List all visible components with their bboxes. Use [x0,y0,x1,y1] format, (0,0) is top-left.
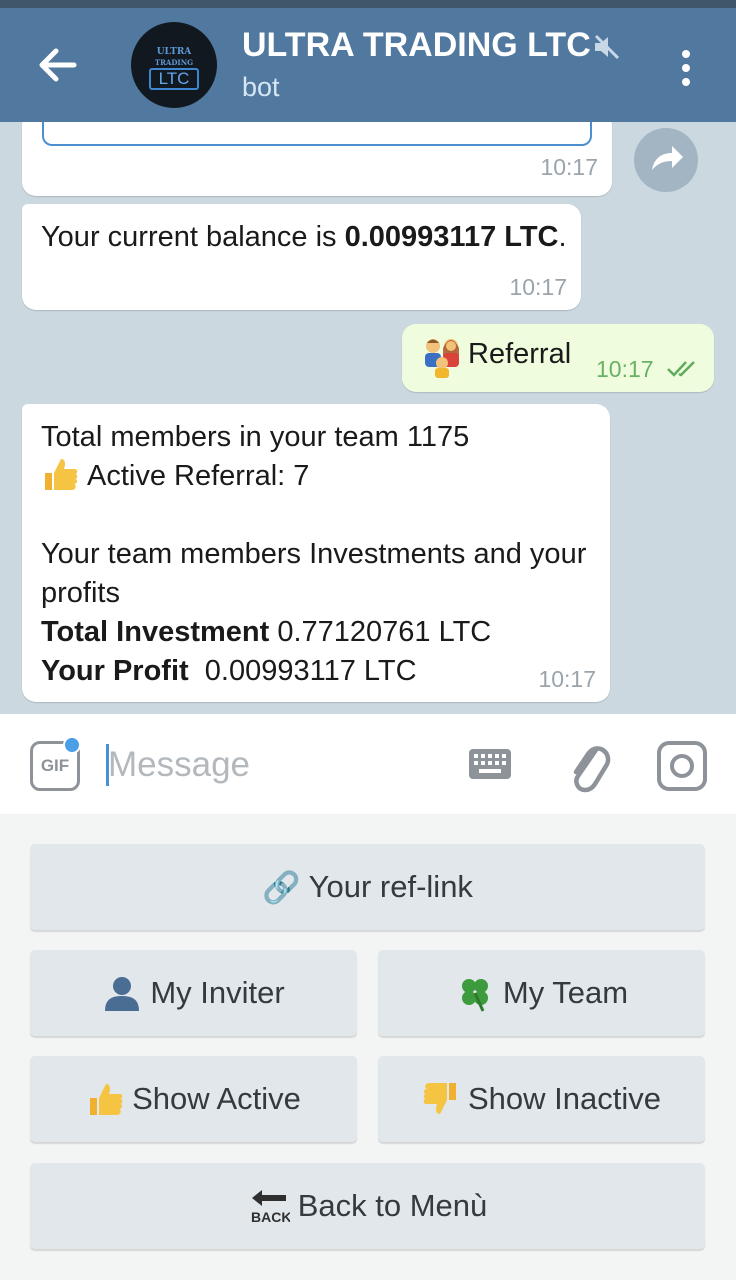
thumbs-up-icon [90,1084,123,1115]
bot-keyboard: 🔗 Your ref-link My Inviter My Team Show A… [0,814,736,1280]
camera-icon[interactable] [656,740,708,792]
my-inviter-button[interactable]: My Inviter [30,950,357,1036]
referral-text: Referral [468,338,572,370]
message-time: 10:17 [538,666,596,692]
back-arrow-icon[interactable] [30,42,84,88]
message-bubble: Your current balance is 0.00993117 LTC. … [22,204,581,310]
message-time: 10:17 [596,356,654,382]
total-investment-label: Total Investment [41,616,270,648]
share-arrow-icon [652,146,683,170]
avatar-logo-line2: TRADING [154,58,194,67]
message-bubble: Total members in your team 1175 Active R… [22,404,610,702]
message-bubble: 10:17 [22,122,612,196]
svg-text:BACK: BACK [251,1209,290,1225]
paperclip-icon[interactable] [566,736,612,800]
chat-subtitle: bot [242,72,280,102]
muted-speaker-icon [594,34,620,60]
back-arrow-emoji-icon: BACK [251,1190,290,1225]
balance-value: 0.00993117 LTC [344,221,559,253]
double-check-icon [667,361,695,377]
total-investment-value: 0.77120761 LTC [269,616,492,648]
message-input[interactable] [108,740,448,790]
back-to-menu-label: Back to Menù [297,1188,488,1223]
kebab-menu-icon[interactable] [668,48,704,98]
my-team-button[interactable]: My Team [378,950,705,1036]
bot-avatar[interactable]: ULTRA TRADING LTC [131,22,217,108]
profit-value: 0.00993117 LTC [188,655,417,687]
avatar-logo-line3: LTC [149,68,199,90]
chat-header: ULTRA TRADING LTC ULTRA TRADING LTC bot [0,8,736,122]
investments-caption: Your team members Investments and your p… [41,538,587,609]
share-button[interactable] [634,128,698,192]
thumbs-up-icon [45,459,78,490]
keyboard-icon[interactable] [468,748,512,780]
message-time: 10:17 [509,274,567,300]
total-investment-row: Total Investment 0.77120761 LTC [41,613,601,652]
family-emoji-icon [425,339,459,378]
notification-dot [63,736,81,754]
team-stats-message: Total members in your team 1175 Active R… [41,418,601,691]
link-icon: 🔗 [262,869,301,905]
status-bar [0,0,736,8]
show-active-label: Show Active [132,1081,301,1116]
my-inviter-label: My Inviter [150,975,285,1010]
outgoing-message-bubble: Referral 10:17 [402,324,714,392]
balance-prefix: Your current balance is [41,221,345,253]
ref-link-button[interactable]: 🔗 Your ref-link [30,844,705,930]
person-icon [105,977,140,1011]
show-inactive-button[interactable]: Show Inactive [378,1056,705,1142]
message-list[interactable]: 10:17 Your current balance is 0.00993117… [0,122,736,714]
message-composer: GIF [0,714,736,814]
avatar-logo-line1: ULTRA [156,47,192,57]
inline-frame [42,122,592,146]
clover-icon [461,979,488,1012]
my-team-label: My Team [502,975,629,1010]
show-inactive-label: Show Inactive [468,1081,661,1116]
thumbs-down-icon [423,1083,456,1114]
show-active-button[interactable]: Show Active [30,1056,357,1142]
back-to-menu-button[interactable]: BACK Back to Menù [30,1163,705,1249]
balance-suffix: . [558,221,567,253]
message-time: 10:17 [540,154,598,180]
balance-message: Your current balance is 0.00993117 LTC. [41,218,571,257]
chat-title[interactable]: ULTRA TRADING LTC [242,26,591,65]
ref-link-label: Your ref-link [308,869,473,904]
team-members-line: Total members in your team 1175 [41,421,470,453]
profit-row: Your Profit 0.00993117 LTC [41,652,601,691]
active-referral-line: Active Referral: 7 [87,460,310,492]
profit-label: Your Profit [41,655,189,687]
active-referral-row: Active Referral: 7 [41,457,601,496]
